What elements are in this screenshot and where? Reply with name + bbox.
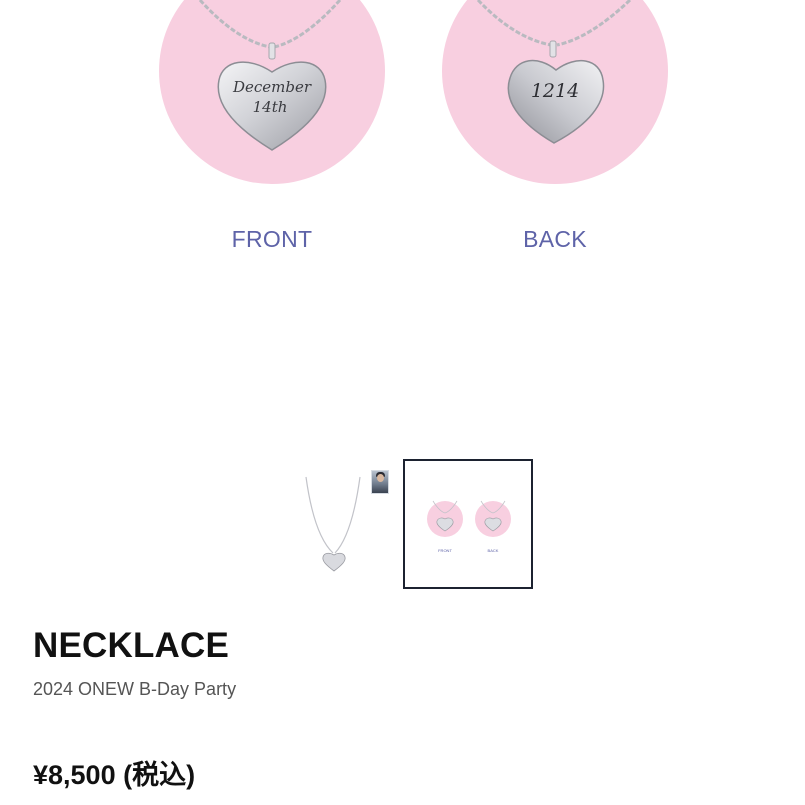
thumbnail-back-label: BACK bbox=[488, 548, 499, 553]
product-title: NECKLACE bbox=[33, 626, 230, 665]
product-price: ¥8,500 (税込) bbox=[33, 760, 196, 790]
main-product-image[interactable]: December 14th 1214 FRONT BACK bbox=[0, 0, 805, 440]
pendant-illustration: December 14th 1214 bbox=[159, 0, 668, 184]
thumbnail-model-photo[interactable] bbox=[371, 470, 389, 494]
front-engraving-line1: December bbox=[232, 78, 312, 96]
product-page: December 14th 1214 FRONT BACK FRONT BACK… bbox=[0, 0, 805, 805]
thumbnail-front-label: FRONT bbox=[438, 548, 452, 553]
thumbnail-necklace[interactable] bbox=[296, 475, 364, 580]
back-label: BACK bbox=[523, 226, 587, 252]
product-subtitle: 2024 ONEW B-Day Party bbox=[33, 679, 237, 699]
back-engraving: 1214 bbox=[531, 80, 579, 102]
front-label: FRONT bbox=[231, 226, 313, 252]
front-engraving-line2: 14th bbox=[253, 98, 288, 116]
thumbnail-front-back-selected[interactable]: FRONT BACK bbox=[403, 459, 533, 589]
